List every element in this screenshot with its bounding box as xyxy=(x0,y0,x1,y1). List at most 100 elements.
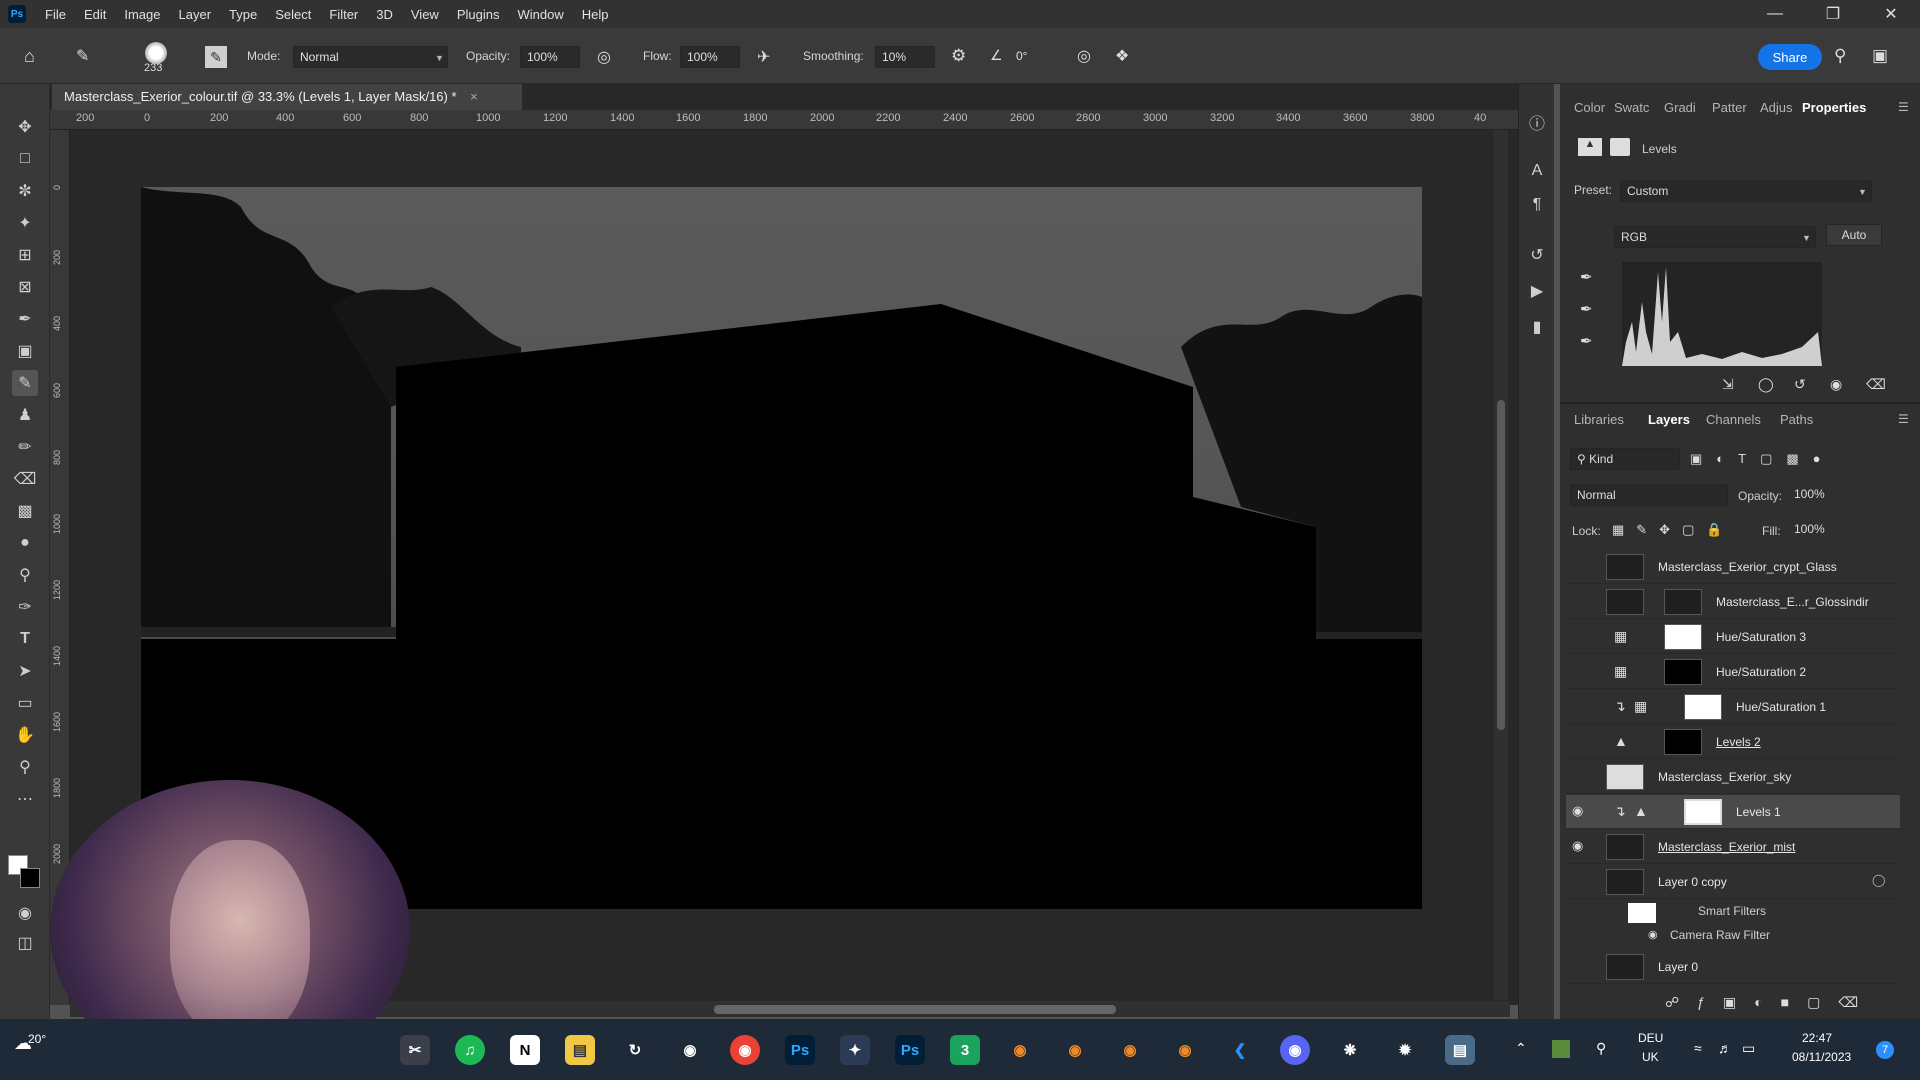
tab-swatches[interactable]: Swatc xyxy=(1614,100,1649,115)
tab-libraries[interactable]: Libraries xyxy=(1574,412,1624,427)
history-brush-icon[interactable]: ✏ xyxy=(12,434,38,460)
view-previous-icon[interactable]: ◯ xyxy=(1758,376,1774,393)
menu-image[interactable]: Image xyxy=(115,7,169,22)
layer-actions-icons[interactable]: ☍ƒ▣◐■▢⌫ xyxy=(1665,994,1876,1011)
menu-layer[interactable]: Layer xyxy=(170,7,221,22)
layer-row[interactable]: Masterclass_E...r_Glossindir xyxy=(1566,585,1900,619)
battery-icon[interactable]: ▭ xyxy=(1742,1040,1755,1057)
pressure-size-icon[interactable]: ◎ xyxy=(1077,46,1091,66)
layer-row[interactable]: Masterclass_Exerior_sky xyxy=(1566,760,1900,794)
clock-date[interactable]: 08/11/2023 xyxy=(1792,1050,1851,1064)
vertical-scroll-thumb[interactable] xyxy=(1497,400,1505,730)
eye-icon[interactable]: ◉ xyxy=(1572,803,1588,819)
layer-row[interactable]: ◉ Masterclass_Exerior_mist xyxy=(1566,830,1900,864)
brush-size-icon[interactable] xyxy=(145,42,167,64)
angle-field[interactable]: 0° xyxy=(1010,46,1060,68)
opacity-field[interactable]: 100% xyxy=(520,46,580,68)
menu-edit[interactable]: Edit xyxy=(75,7,115,22)
horizontal-scroll-thumb[interactable] xyxy=(714,1005,1116,1014)
blend-mode-select[interactable]: Normal xyxy=(1570,484,1728,506)
mask-icon[interactable] xyxy=(1610,138,1630,156)
tab-paths[interactable]: Paths xyxy=(1780,412,1813,427)
file-explorer-icon[interactable]: ▤ xyxy=(565,1035,595,1065)
tab-color[interactable]: Color xyxy=(1574,100,1605,115)
wifi-icon[interactable]: ≈ xyxy=(1694,1040,1702,1056)
zoom-tool-icon[interactable]: ⚲ xyxy=(12,754,38,780)
paragraph-icon[interactable]: ¶ xyxy=(1526,194,1548,216)
smoothing-field[interactable]: 10% xyxy=(875,46,935,68)
gray-point-eyedropper-icon[interactable]: ✒ xyxy=(1580,300,1593,318)
camera-raw-filter-label[interactable]: Camera Raw Filter xyxy=(1670,928,1770,942)
brush-settings-icon[interactable]: ✎ xyxy=(205,46,227,68)
home-icon[interactable]: ⌂ xyxy=(24,46,48,68)
gear-icon[interactable]: ⚙ xyxy=(951,46,966,66)
discord-icon[interactable]: ◉ xyxy=(1280,1035,1310,1065)
layer-row[interactable]: ↴ ▦ Hue/Saturation 1 xyxy=(1566,690,1900,724)
healing-brush-icon[interactable]: ▣ xyxy=(12,338,38,364)
tray-app-icon[interactable] xyxy=(1552,1040,1570,1058)
tab-adjustments[interactable]: Adjus xyxy=(1760,100,1793,115)
menu-file[interactable]: File xyxy=(36,7,75,22)
recorder-icon[interactable]: ◉ xyxy=(675,1035,705,1065)
eyedropper-icon[interactable]: ✒ xyxy=(12,306,38,332)
lock-icons[interactable]: ▦✎✥▢🔒 xyxy=(1612,522,1735,538)
clip-to-layer-icon[interactable]: ⇲ xyxy=(1722,376,1734,393)
layer-row[interactable]: Masterclass_Exerior_crypt_Glass xyxy=(1566,550,1900,584)
dodge-tool-icon[interactable]: ⚲ xyxy=(12,562,38,588)
visibility-toggle-icon[interactable]: ◉ xyxy=(1830,376,1842,393)
notion-icon[interactable]: N xyxy=(510,1035,540,1065)
crop-tool-icon[interactable]: ⊞ xyxy=(12,242,38,268)
layer-opacity-field[interactable]: 100% xyxy=(1788,484,1844,506)
close-window-icon[interactable]: ✕ xyxy=(1862,0,1920,28)
fill-field[interactable]: 100% xyxy=(1788,519,1844,541)
symmetry-icon[interactable]: ❖ xyxy=(1115,46,1129,66)
menu-3d[interactable]: 3D xyxy=(367,7,402,22)
blender-icon[interactable]: ◉ xyxy=(1060,1035,1090,1065)
clone-stamp-icon[interactable]: ♟ xyxy=(12,402,38,428)
layer-filter-select[interactable]: ⚲ Kind xyxy=(1570,448,1680,470)
layer-row[interactable]: ▦ Hue/Saturation 2 xyxy=(1566,655,1900,689)
language-code[interactable]: DEU xyxy=(1638,1031,1663,1045)
screen-mode-icon[interactable]: ◫ xyxy=(12,930,38,956)
3d-app-icon[interactable]: 3 xyxy=(950,1035,980,1065)
eye-icon[interactable]: ◉ xyxy=(1648,928,1658,941)
spotify-icon[interactable]: ♫ xyxy=(455,1035,485,1065)
notification-badge[interactable]: 7 xyxy=(1876,1041,1894,1059)
menu-select[interactable]: Select xyxy=(266,7,320,22)
blender-icon[interactable]: ◉ xyxy=(1115,1035,1145,1065)
menu-filter[interactable]: Filter xyxy=(320,7,367,22)
sync-icon[interactable]: ↻ xyxy=(620,1035,650,1065)
clock-time[interactable]: 22:47 xyxy=(1802,1031,1832,1045)
lasso-tool-icon[interactable]: ✼ xyxy=(12,178,38,204)
menu-help[interactable]: Help xyxy=(573,7,618,22)
layer-row[interactable]: ▦ Hue/Saturation 3 xyxy=(1566,620,1900,654)
rectangle-tool-icon[interactable]: ▭ xyxy=(12,690,38,716)
hand-tool-icon[interactable]: ✋ xyxy=(12,722,38,748)
screen-app-icon[interactable]: ▤ xyxy=(1445,1035,1475,1065)
delete-adjustment-icon[interactable]: ⌫ xyxy=(1866,376,1886,393)
vscode-icon[interactable]: ❮ xyxy=(1225,1035,1255,1065)
channel-select[interactable]: RGB xyxy=(1614,226,1816,248)
reset-icon[interactable]: ↺ xyxy=(1794,376,1806,393)
menu-plugins[interactable]: Plugins xyxy=(448,7,509,22)
menu-type[interactable]: Type xyxy=(220,7,266,22)
history-icon[interactable]: ↺ xyxy=(1526,244,1548,266)
menu-view[interactable]: View xyxy=(402,7,448,22)
share-button[interactable]: Share xyxy=(1758,44,1822,70)
tab-layers[interactable]: Layers xyxy=(1648,412,1690,427)
airbrush-icon[interactable]: ✈ xyxy=(757,47,770,67)
document-image[interactable] xyxy=(141,187,1422,909)
eye-icon[interactable]: ◉ xyxy=(1572,838,1588,854)
path-selection-icon[interactable]: ➤ xyxy=(12,658,38,684)
document-tab[interactable]: Masterclass_Exerior_colour.tif @ 33.3% (… xyxy=(52,84,522,110)
blender-icon[interactable]: ◉ xyxy=(1005,1035,1035,1065)
auto-button[interactable]: Auto xyxy=(1826,224,1882,246)
panel-menu-icon[interactable]: ☰ xyxy=(1898,100,1909,114)
workspace-icon[interactable]: ▣ xyxy=(1872,46,1888,66)
volume-icon[interactable]: ♬ xyxy=(1718,1040,1732,1056)
actions-play-icon[interactable]: ▶ xyxy=(1526,280,1548,302)
magic-wand-icon[interactable]: ✦ xyxy=(12,210,38,236)
white-point-eyedropper-icon[interactable]: ✒ xyxy=(1580,332,1593,350)
character-icon[interactable]: A xyxy=(1526,160,1548,182)
layers-menu-icon[interactable]: ☰ xyxy=(1898,412,1909,426)
